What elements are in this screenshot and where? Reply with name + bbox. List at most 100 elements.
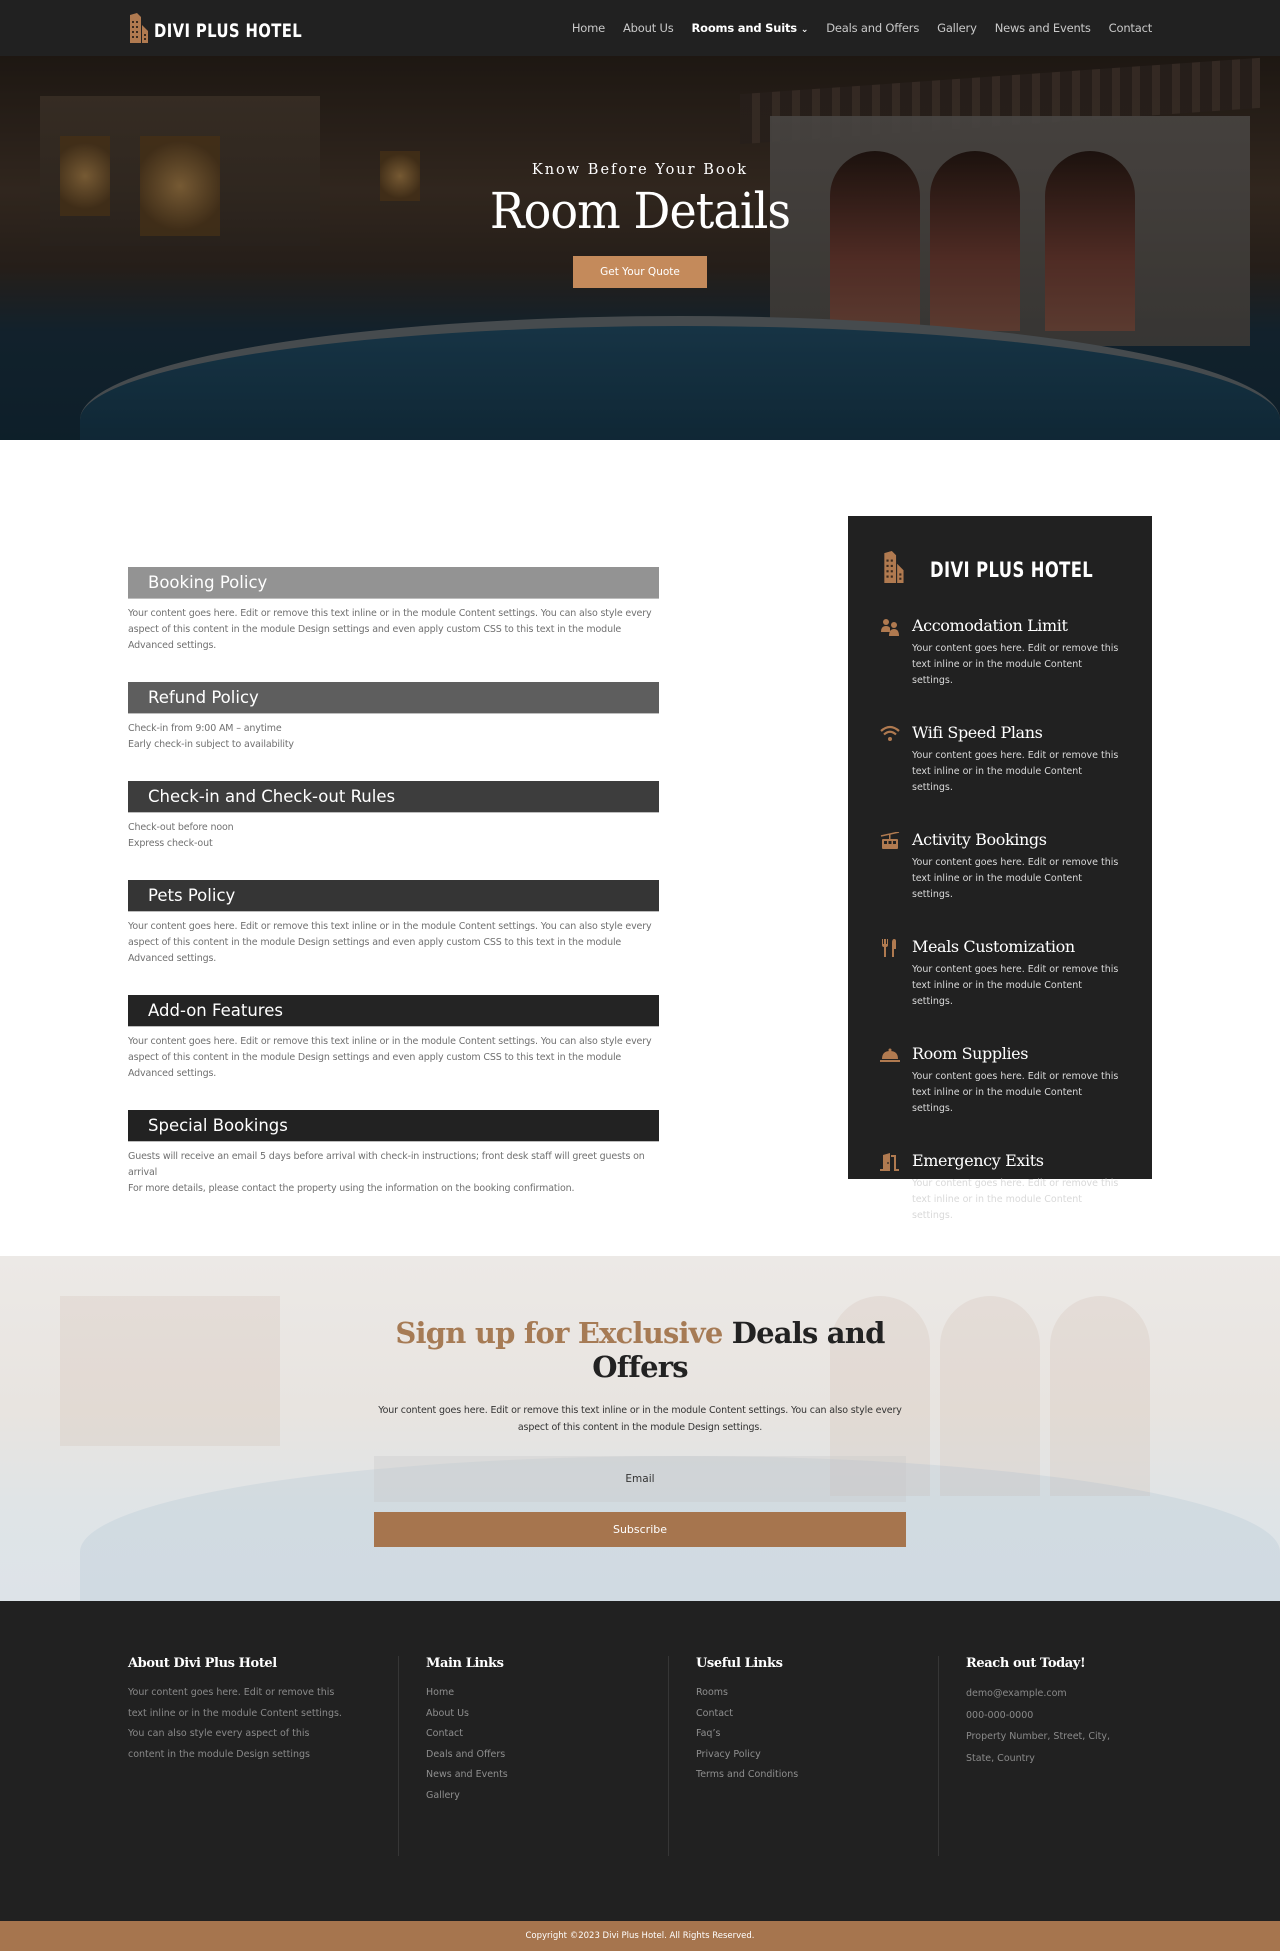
newsletter-title-accent: Sign up for Exclusive: [395, 1316, 723, 1350]
policy-text: Guests will receive an email 5 days befo…: [128, 1149, 659, 1197]
feature-text: Your content goes here. Edit or remove t…: [912, 1071, 1119, 1114]
chevron-down-icon: ⌄: [800, 25, 809, 35]
wifi-icon: [880, 725, 900, 743]
panel-logo: DIVI PLUS HOTEL: [848, 550, 1152, 583]
nav-item-about-us[interactable]: About Us: [623, 21, 674, 35]
policy-text: Your content goes here. Edit or remove t…: [128, 606, 659, 654]
footer-link-contact[interactable]: Contact: [696, 1704, 938, 1725]
policy-line: Guests will receive an email 5 days befo…: [128, 1151, 645, 1178]
hero-content: Know Before Your Book Room Details Get Y…: [0, 162, 1280, 288]
policy-heading: Pets Policy: [128, 880, 659, 912]
logo-text: DIVI PLUS HOTEL: [154, 20, 303, 42]
policy-heading: Refund Policy: [128, 682, 659, 714]
feature-title: Meals Customization: [912, 937, 1075, 956]
policy-text: Your content goes here. Edit or remove t…: [128, 919, 659, 967]
policy-text: Check-out before noon Express check-out: [128, 820, 659, 852]
feature-text: Your content goes here. Edit or remove t…: [912, 750, 1119, 793]
nav-item-deals-and-offers[interactable]: Deals and Offers: [826, 21, 919, 35]
policy-heading: Special Bookings: [128, 1110, 659, 1142]
feature-activity-bookings: Activity Bookings Your content goes here…: [848, 830, 1152, 903]
subscribe-button[interactable]: Subscribe: [374, 1512, 906, 1547]
policy-check-in-out: Check-in and Check-out Rules Check-out b…: [128, 781, 659, 852]
footer-link-deals-and-offers[interactable]: Deals and Offers: [426, 1745, 668, 1766]
footer-link-contact[interactable]: Contact: [426, 1724, 668, 1745]
footer-link-gallery[interactable]: Gallery: [426, 1786, 668, 1807]
feature-meals-customization: Meals Customization Your content goes he…: [848, 937, 1152, 1010]
nav-item-rooms-and-suits[interactable]: Rooms and Suits ⌄: [691, 21, 808, 35]
hotel-building-icon: [130, 13, 150, 43]
policy-heading: Add-on Features: [128, 995, 659, 1027]
feature-title: Accomodation Limit: [912, 616, 1068, 635]
policy-heading: Check-in and Check-out Rules: [128, 781, 659, 813]
feature-room-supplies: Room Supplies Your content goes here. Ed…: [848, 1044, 1152, 1117]
footer-link-home[interactable]: Home: [426, 1683, 668, 1704]
footer-heading: About Divi Plus Hotel: [128, 1656, 277, 1671]
service-bell-icon: [880, 1046, 900, 1064]
footer-link-faqs[interactable]: Faq’s: [696, 1724, 938, 1745]
feature-text: Your content goes here. Edit or remove t…: [912, 964, 1119, 1007]
footer-useful-links: Useful Links Rooms Contact Faq’s Privacy…: [668, 1656, 938, 1856]
feature-emergency-exits: Emergency Exits Your content goes here. …: [848, 1151, 1152, 1224]
footer-heading: Main Links: [426, 1656, 504, 1671]
policy-add-on-features: Add-on Features Your content goes here. …: [128, 995, 659, 1082]
footer-link-terms[interactable]: Terms and Conditions: [696, 1765, 938, 1786]
feature-text: Your content goes here. Edit or remove t…: [912, 857, 1119, 900]
policy-line: Your content goes here. Edit or remove t…: [128, 1036, 652, 1079]
policy-line: Express check-out: [128, 838, 213, 849]
feature-text: Your content goes here. Edit or remove t…: [912, 1178, 1119, 1221]
policy-booking: Booking Policy Your content goes here. E…: [128, 567, 659, 654]
policy-text: Your content goes here. Edit or remove t…: [128, 1034, 659, 1082]
footer-link-rooms[interactable]: Rooms: [696, 1683, 938, 1704]
panel-logo-text: DIVI PLUS HOTEL: [929, 558, 1094, 582]
footer-about: About Divi Plus Hotel Your content goes …: [128, 1656, 348, 1856]
contact-address-line1: Property Number, Street, City,: [966, 1731, 1110, 1742]
policy-line: Early check-in subject to availability: [128, 739, 294, 750]
contact-address-line2: State, Country: [966, 1752, 1035, 1764]
copyright-bar: Copyright ©2023 Divi Plus Hotel. All Rig…: [0, 1921, 1280, 1951]
cable-car-icon: [880, 831, 900, 850]
page-title: Room Details: [489, 182, 791, 240]
contact-phone: 000-000-0000: [966, 1709, 1034, 1721]
policies-list: Booking Policy Your content goes here. E…: [128, 567, 659, 1225]
footer-link-about-us[interactable]: About Us: [426, 1704, 668, 1725]
feature-title: Room Supplies: [912, 1044, 1029, 1063]
amenities-panel: DIVI PLUS HOTEL Accomodation Limit Your …: [848, 516, 1152, 1221]
site-logo[interactable]: DIVI PLUS HOTEL: [130, 13, 344, 43]
contact-email: demo@example.com: [966, 1688, 1067, 1699]
footer-link-news-and-events[interactable]: News and Events: [426, 1765, 668, 1786]
site-footer: About Divi Plus Hotel Your content goes …: [0, 1601, 1280, 1921]
feature-text: Your content goes here. Edit or remove t…: [912, 643, 1119, 686]
newsletter-description: Your content goes here. Edit or remove t…: [378, 1405, 902, 1433]
nav-item-news-and-events[interactable]: News and Events: [995, 21, 1091, 35]
policy-pets: Pets Policy Your content goes here. Edit…: [128, 880, 659, 967]
hotel-building-icon: [884, 551, 904, 583]
nav-item-gallery[interactable]: Gallery: [937, 21, 977, 35]
room-details-section: Booking Policy Your content goes here. E…: [0, 440, 1280, 1256]
policy-line: Check-out before noon: [128, 822, 234, 833]
nav-item-home[interactable]: Home: [572, 21, 605, 35]
get-quote-button[interactable]: Get Your Quote: [573, 256, 707, 288]
utensils-icon: [880, 939, 900, 957]
site-header: DIVI PLUS HOTEL Home About Us Rooms and …: [0, 0, 1280, 56]
policy-refund: Refund Policy Check-in from 9:00 AM – an…: [128, 682, 659, 753]
policy-line: For more details, please contact the pro…: [128, 1183, 575, 1194]
newsletter-section: Sign up for Exclusive Deals and Offers Y…: [0, 1256, 1280, 1601]
hero-subtitle: Know Before Your Book: [531, 162, 749, 178]
nav-item-contact[interactable]: Contact: [1109, 21, 1153, 35]
policy-special-bookings: Special Bookings Guests will receive an …: [128, 1110, 659, 1197]
hero-section: Know Before Your Book Room Details Get Y…: [0, 56, 1280, 440]
footer-heading: Useful Links: [696, 1656, 783, 1671]
newsletter-title: Sign up for Exclusive Deals and Offers: [374, 1316, 906, 1384]
feature-title: Wifi Speed Plans: [912, 723, 1043, 742]
feature-accomodation-limit: Accomodation Limit Your content goes her…: [848, 616, 1152, 689]
footer-link-privacy-policy[interactable]: Privacy Policy: [696, 1745, 938, 1766]
feature-title: Activity Bookings: [912, 830, 1047, 849]
footer-main-links: Main Links Home About Us Contact Deals a…: [398, 1656, 668, 1856]
newsletter-form: Sign up for Exclusive Deals and Offers Y…: [374, 1316, 906, 1547]
policy-line: Check-in from 9:00 AM – anytime: [128, 723, 282, 734]
copyright-text: Copyright ©2023 Divi Plus Hotel. All Rig…: [525, 1931, 755, 1941]
footer-contact: Reach out Today! demo@example.com 000-00…: [938, 1656, 1158, 1856]
email-input[interactable]: [374, 1456, 906, 1502]
policy-line: Your content goes here. Edit or remove t…: [128, 608, 652, 651]
page: DIVI PLUS HOTEL Home About Us Rooms and …: [0, 0, 1280, 1951]
